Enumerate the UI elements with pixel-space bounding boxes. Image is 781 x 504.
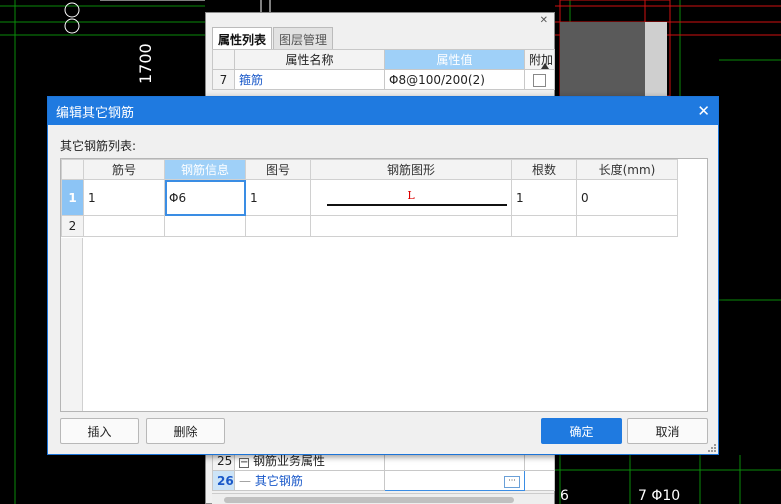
edit-other-rebar-dialog: 编辑其它钢筋 ✕ 其它钢筋列表: 筋号 钢筋信息 图号 钢筋图形 根数 长度(m… — [47, 96, 719, 455]
property-value[interactable]: Φ8@100/200(2) — [384, 69, 525, 90]
property-name[interactable]: 箍筋 — [234, 69, 385, 90]
header-corner — [61, 159, 84, 180]
header-count[interactable]: 根数 — [511, 159, 577, 180]
scrollbar-thumb[interactable] — [224, 497, 514, 503]
shape-line — [327, 204, 507, 206]
cancel-button[interactable]: 取消 — [627, 418, 708, 444]
shape-label: L — [407, 189, 415, 202]
header-bar-shape[interactable]: 钢筋图形 — [310, 159, 512, 180]
row-number[interactable]: 2 — [61, 215, 84, 237]
extra-cell — [524, 470, 555, 491]
header-property-name: 属性名称 — [234, 49, 385, 70]
scroll-up-icon[interactable] — [540, 51, 550, 81]
cell-count[interactable] — [511, 215, 577, 237]
dimension-label: 1700 — [136, 43, 155, 84]
table-row[interactable]: 1 1 Φ6 1 L 1 0 — [61, 179, 678, 216]
properties-table-bottom: 25 − 钢筋业务属性 26 — 其它钢筋 ··· — [212, 450, 555, 491]
close-icon[interactable]: ✕ — [697, 102, 710, 120]
property-value-editor[interactable]: ··· — [384, 470, 525, 491]
insert-button[interactable]: 插入 — [60, 418, 139, 444]
header-length[interactable]: 长度(mm) — [576, 159, 678, 180]
properties-table: 属性名称 属性值 附加 7 箍筋 Φ8@100/200(2) — [212, 49, 555, 90]
dialog-title: 编辑其它钢筋 — [56, 105, 135, 121]
cell-length[interactable] — [576, 215, 678, 237]
cad-note-left: 6 — [560, 488, 569, 504]
table-row[interactable]: 26 — 其它钢筋 ··· — [212, 470, 555, 491]
close-icon[interactable]: ✕ — [540, 15, 548, 26]
cell-fig-no[interactable]: 1 — [245, 179, 311, 216]
property-name[interactable]: — 其它钢筋 — [234, 470, 385, 491]
collapse-icon[interactable]: − — [239, 458, 249, 468]
properties-tabs: 属性列表 图层管理 — [212, 27, 334, 49]
header-property-value: 属性值 — [384, 49, 525, 70]
cell-length[interactable]: 0 — [576, 179, 678, 216]
header-bar-info[interactable]: 钢筋信息 — [164, 159, 246, 180]
header-bar-no[interactable]: 筋号 — [83, 159, 165, 180]
horizontal-scrollbar[interactable] — [212, 493, 554, 504]
cell-count[interactable]: 1 — [511, 179, 577, 216]
property-name: 钢筋业务属性 — [253, 454, 326, 468]
list-label: 其它钢筋列表: — [60, 139, 137, 153]
cell-bar-shape[interactable] — [310, 215, 512, 237]
row-number[interactable]: 1 — [61, 179, 84, 216]
row-number: 26 — [212, 470, 235, 491]
property-name-text: 其它钢筋 — [254, 474, 303, 488]
dialog-titlebar[interactable]: 编辑其它钢筋 ✕ — [48, 97, 718, 125]
row-number: 7 — [212, 69, 235, 90]
cell-bar-no[interactable] — [83, 215, 165, 237]
tab-layer-management[interactable]: 图层管理 — [273, 27, 334, 49]
resize-grip-icon[interactable] — [708, 444, 716, 452]
rebar-grid[interactable]: 筋号 钢筋信息 图号 钢筋图形 根数 长度(mm) 1 1 Φ6 1 L 1 0 — [60, 158, 708, 412]
row-header-filler — [61, 238, 83, 411]
table-row[interactable]: 7 箍筋 Φ8@100/200(2) — [212, 69, 555, 90]
cell-bar-no[interactable]: 1 — [83, 179, 165, 216]
delete-button[interactable]: 删除 — [146, 418, 225, 444]
table-row[interactable]: 2 — [61, 215, 678, 237]
cell-bar-info[interactable]: Φ6 — [164, 179, 246, 216]
cad-note-right: 7 Φ10 — [638, 488, 681, 504]
cell-bar-shape[interactable]: L — [310, 179, 512, 216]
rebar-table: 筋号 钢筋信息 图号 钢筋图形 根数 长度(mm) 1 1 Φ6 1 L 1 0 — [61, 159, 678, 237]
header-corner — [212, 49, 235, 70]
tab-property-list[interactable]: 属性列表 — [212, 27, 273, 49]
ellipsis-icon[interactable]: ··· — [504, 476, 520, 488]
cell-fig-no[interactable] — [245, 215, 311, 237]
header-fig-no[interactable]: 图号 — [245, 159, 311, 180]
ok-button[interactable]: 确定 — [541, 418, 622, 444]
cell-bar-info[interactable] — [164, 215, 246, 237]
